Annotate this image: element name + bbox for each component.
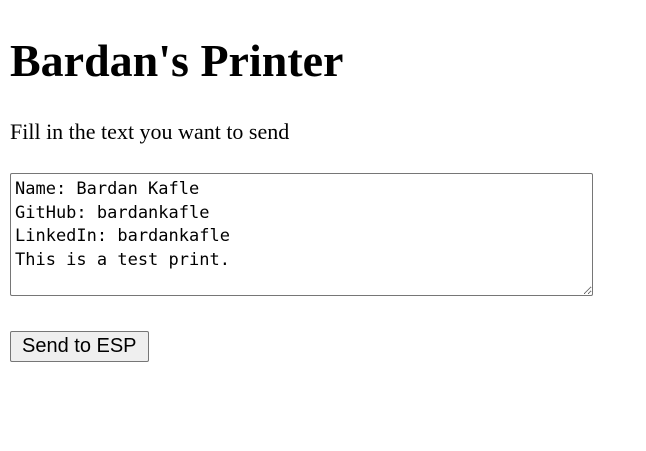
instruction-text: Fill in the text you want to send <box>10 119 290 144</box>
page-title: Bardan's Printer <box>10 35 344 86</box>
send-to-esp-button[interactable]: Send to ESP <box>10 331 149 362</box>
message-field-container <box>10 173 593 296</box>
message-textarea[interactable] <box>10 173 593 296</box>
